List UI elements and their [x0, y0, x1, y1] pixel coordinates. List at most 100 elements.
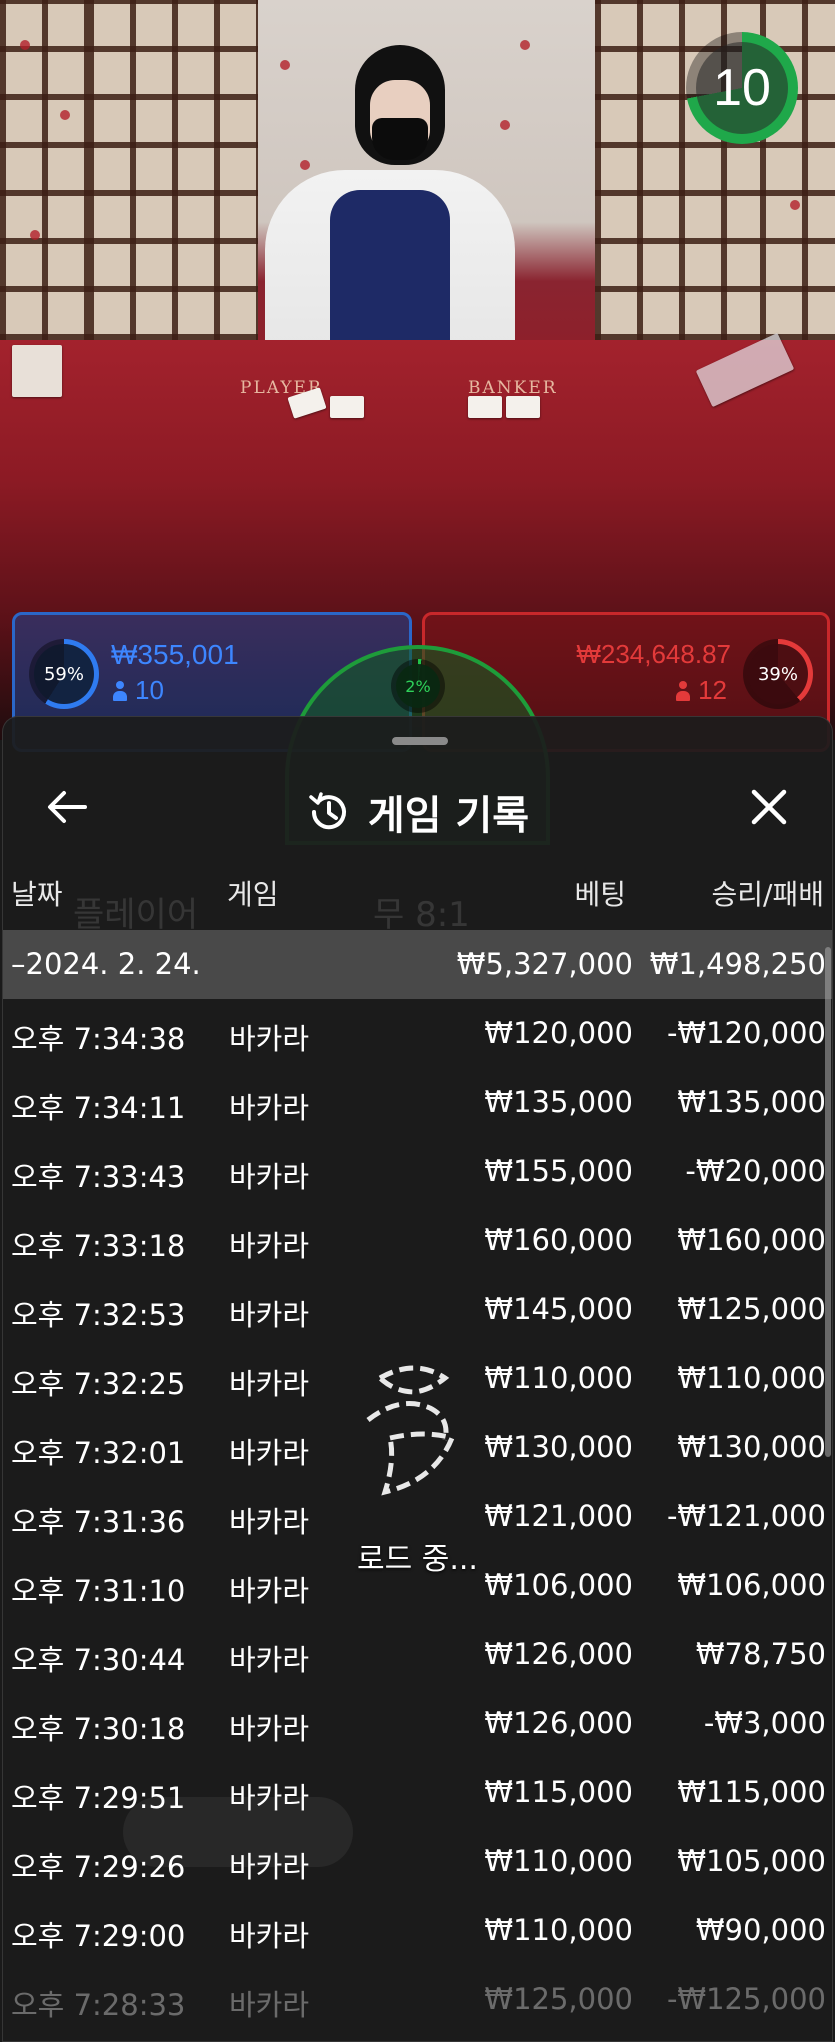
row-time: 오후 7:34:38: [11, 1022, 186, 1056]
player-count: 10: [113, 675, 164, 706]
history-row[interactable]: 오후 7:32:53 바카라 ₩145,000 ₩125,000: [3, 1275, 832, 1344]
lattice-panel-left: [88, 0, 258, 340]
history-row[interactable]: 오후 7:29:51 바카라 ₩115,000 ₩115,000: [3, 1758, 832, 1827]
row-game: 바카라: [229, 1643, 310, 1677]
row-game: 바카라: [229, 1160, 310, 1194]
row-game: 바카라: [229, 1988, 310, 2022]
row-bet: ₩160,000: [484, 1223, 633, 1257]
background-tie: 무 8:1: [373, 895, 470, 935]
row-bet: ₩126,000: [484, 1706, 633, 1740]
banker-bet-amount: ₩234,648.87: [576, 639, 731, 669]
date-group-row[interactable]: –2024. 2. 24. ₩5,327,000 ₩1,498,250: [3, 930, 832, 999]
banker-player-count: 12: [676, 675, 727, 706]
row-bet: ₩110,000: [484, 1913, 633, 1947]
row-result: ₩105,000: [677, 1844, 826, 1878]
row-result: ₩135,000: [677, 1085, 826, 1119]
player-percent-ring: 59%: [29, 639, 99, 709]
tie-percent: 2%: [405, 676, 431, 696]
banker-percent-ring: 39%: [743, 639, 813, 709]
date-group-bet-total: ₩5,327,000: [456, 947, 633, 981]
row-game: 바카라: [229, 1919, 310, 1953]
row-bet: ₩155,000: [484, 1154, 633, 1188]
row-game: 바카라: [229, 1850, 310, 1884]
row-bet: ₩110,000: [484, 1844, 633, 1878]
history-row[interactable]: 오후 7:29:00 바카라 ₩110,000 ₩90,000: [3, 1896, 832, 1965]
row-game: 바카라: [229, 1781, 310, 1815]
row-game: 바카라: [229, 1712, 310, 1746]
close-icon: [751, 789, 787, 825]
row-result: -₩20,000: [685, 1154, 826, 1188]
history-row[interactable]: 오후 7:28:33 바카라 ₩125,000 -₩125,000: [3, 1965, 832, 2034]
date-group-result-total: ₩1,498,250: [649, 947, 826, 981]
history-row[interactable]: 오후 7:29:26 바카라 ₩110,000 ₩105,000: [3, 1827, 832, 1896]
row-time: 오후 7:29:26: [11, 1850, 186, 1884]
date-group-label: –2024. 2. 24.: [11, 947, 201, 981]
row-result: ₩78,750: [695, 1637, 826, 1671]
row-result: -₩125,000: [666, 1982, 826, 2016]
loading-spinner-icon: [366, 1365, 456, 1496]
row-result: ₩160,000: [677, 1223, 826, 1257]
history-row[interactable]: 오후 7:34:38 바카라 ₩120,000 -₩120,000: [3, 999, 832, 1068]
row-bet: ₩125,000: [484, 1982, 633, 2016]
row-result: ₩125,000: [677, 1292, 826, 1326]
page-title: 게임 기록: [367, 793, 530, 839]
row-result: -₩3,000: [703, 1706, 826, 1740]
row-time: 오후 7:29:00: [11, 1919, 186, 1953]
row-bet: ₩110,000: [484, 1361, 633, 1395]
card-deck: [12, 345, 62, 397]
row-result: ₩90,000: [695, 1913, 826, 1947]
player-bet-amount: ₩355,001: [111, 639, 239, 670]
history-row[interactable]: 오후 7:34:11 바카라 ₩135,000 ₩135,000: [3, 1068, 832, 1137]
history-icon: [309, 792, 346, 830]
row-time: 오후 7:30:44: [11, 1643, 186, 1677]
row-bet: ₩145,000: [484, 1292, 633, 1326]
history-row[interactable]: 오후 7:30:18 바카라 ₩126,000 -₩3,000: [3, 1689, 832, 1758]
row-result: ₩130,000: [677, 1430, 826, 1464]
row-bet: ₩135,000: [484, 1085, 633, 1119]
row-game: 바카라: [229, 1367, 310, 1401]
sheet-drag-handle[interactable]: [392, 737, 448, 745]
row-bet: ₩115,000: [484, 1775, 633, 1809]
player-percent: 59%: [43, 663, 84, 685]
playing-card: [468, 396, 502, 418]
banker-percent: 39%: [757, 663, 798, 685]
person-icon: [676, 680, 691, 701]
row-game: 바카라: [229, 1298, 310, 1332]
scrollbar[interactable]: [825, 947, 831, 1457]
player-count-value: 10: [135, 675, 164, 705]
column-header-bet[interactable]: 베팅: [574, 873, 626, 913]
row-time: 오후 7:32:53: [11, 1298, 186, 1332]
row-time: 오후 7:34:11: [11, 1091, 186, 1125]
row-game: 바카라: [229, 1091, 310, 1125]
sheet-title-group: 게임 기록: [3, 783, 832, 841]
row-bet: ₩121,000: [484, 1499, 633, 1533]
timer-value: 10: [696, 42, 788, 134]
sheet-header: 게임 기록: [3, 767, 832, 847]
row-result: ₩115,000: [677, 1775, 826, 1809]
row-game: 바카라: [229, 1229, 310, 1263]
tie-percent-ring: 2%: [391, 659, 445, 713]
row-time: 오후 7:30:18: [11, 1712, 186, 1746]
row-result: ₩110,000: [677, 1361, 826, 1395]
history-row[interactable]: 오후 7:33:18 바카라 ₩160,000 ₩160,000: [3, 1206, 832, 1275]
playing-card: [330, 396, 364, 418]
banker-count-value: 12: [698, 675, 727, 705]
row-game: 바카라: [229, 1022, 310, 1056]
column-header-date[interactable]: 날짜: [11, 873, 63, 913]
column-header-result[interactable]: 승리/패배: [712, 873, 824, 913]
loading-text: 로드 중...: [357, 1542, 478, 1577]
row-game: 바카라: [229, 1436, 310, 1470]
close-button[interactable]: [741, 779, 797, 835]
row-result: -₩120,000: [666, 1016, 826, 1050]
dealer-mask: [372, 118, 428, 160]
row-bet: ₩130,000: [484, 1430, 633, 1464]
history-row[interactable]: 오후 7:33:43 바카라 ₩155,000 -₩20,000: [3, 1137, 832, 1206]
column-header-game[interactable]: 게임: [227, 873, 279, 913]
person-icon: [113, 680, 127, 701]
betting-timer: 10: [686, 32, 798, 144]
row-result: -₩121,000: [666, 1499, 826, 1533]
playing-card: [506, 396, 540, 418]
row-time: 오후 7:33:18: [11, 1229, 186, 1263]
history-row[interactable]: 오후 7:30:44 바카라 ₩126,000 ₩78,750: [3, 1620, 832, 1689]
row-time: 오후 7:32:25: [11, 1367, 186, 1401]
